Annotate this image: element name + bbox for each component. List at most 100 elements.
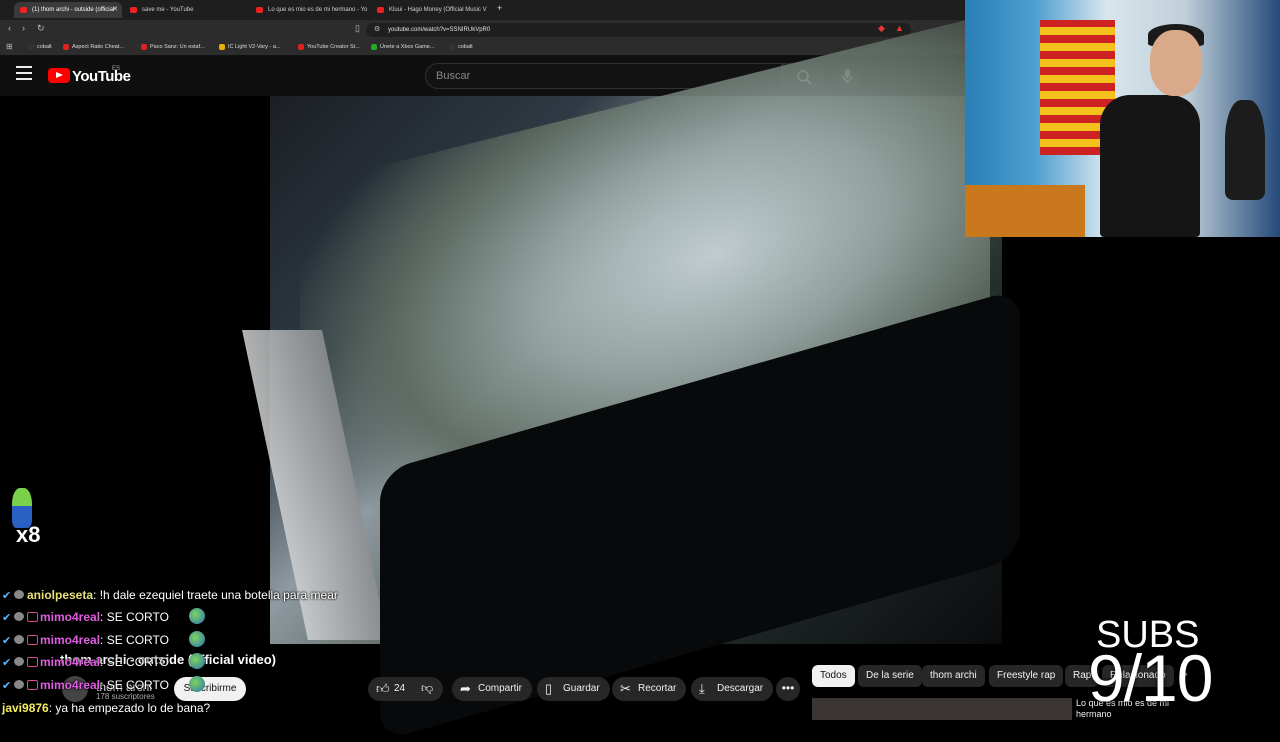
recommended-thumbnail[interactable] bbox=[812, 698, 1072, 720]
chat-text: SE CORTO bbox=[106, 633, 169, 647]
bookmark-icon[interactable]: ▯ bbox=[355, 23, 360, 34]
subscriber-badge-icon bbox=[27, 657, 38, 667]
chat-message: ✔ mimo4real: SE CORTO bbox=[2, 652, 205, 672]
download-label: Descargar bbox=[717, 683, 764, 694]
bookmark-item[interactable]: IC Light V2-Vary - a... bbox=[219, 41, 280, 53]
bookmark-label: Paco Sanz: Un estaf... bbox=[150, 44, 205, 50]
more-options-button[interactable]: ••• bbox=[776, 677, 800, 701]
bookmark-favicon-icon bbox=[298, 44, 304, 50]
tab-title: Lo que es mio es de mi hermano - Yo bbox=[268, 7, 368, 13]
bookmark-label: YouTube Creator St... bbox=[307, 44, 360, 50]
chat-username: mimo4real bbox=[40, 655, 101, 669]
bookmark-icon: ▯ bbox=[545, 681, 553, 696]
badge-icon bbox=[14, 635, 24, 644]
site-info-icon[interactable]: ⚙ bbox=[374, 23, 380, 37]
bookmark-favicon-icon bbox=[371, 44, 377, 50]
chat-text: SE CORTO bbox=[106, 655, 169, 669]
bookmark-label: cobalt bbox=[458, 44, 473, 50]
badge-icon bbox=[14, 657, 24, 666]
chat-message: ✔ mimo4real: SE CORTO bbox=[2, 675, 205, 695]
thumbs-down-icon: 👎︎ bbox=[421, 681, 434, 695]
chat-text: SE CORTO bbox=[106, 678, 169, 692]
apps-grid-icon[interactable]: ⊞ bbox=[6, 42, 13, 51]
country-code: ES bbox=[112, 66, 121, 72]
share-button[interactable]: ➦ Compartir bbox=[452, 677, 532, 701]
address-bar[interactable]: ⚙ youtube.com/watch?v=SSNIRUkVpR0 bbox=[366, 23, 911, 37]
filter-chip[interactable]: Todos bbox=[812, 665, 855, 687]
tab-title: Kluui - Hago Money (Official Music V bbox=[389, 7, 487, 13]
bookmark-label: IC Light V2-Vary - a... bbox=[228, 44, 281, 50]
like-button[interactable]: 👍︎ 24 bbox=[368, 677, 418, 701]
dislike-button[interactable]: 👎︎ bbox=[413, 677, 443, 701]
chat-username: javi9876 bbox=[2, 701, 49, 715]
bookmark-favicon-icon bbox=[449, 44, 455, 50]
chat-username: mimo4real bbox=[40, 678, 101, 692]
save-label: Guardar bbox=[563, 683, 600, 694]
bookmark-item[interactable]: YouTube Creator St... bbox=[298, 41, 360, 53]
like-count: 24 bbox=[394, 683, 406, 694]
badge-icon bbox=[14, 612, 24, 621]
youtube-favicon-icon bbox=[20, 7, 27, 13]
subscriber-badge-icon bbox=[27, 612, 38, 622]
chat-message: ✔ aniolpeseta: !h dale ezequiel traete un… bbox=[2, 585, 338, 605]
webcam-gaming-chair bbox=[1100, 95, 1200, 237]
chat-separator: : bbox=[100, 633, 107, 647]
thumbs-up-icon: 👍︎ bbox=[376, 681, 390, 696]
bookmark-favicon-icon bbox=[63, 44, 69, 50]
forward-arrow-icon[interactable]: › bbox=[22, 23, 25, 33]
chat-text: ya ha empezado lo de bana? bbox=[55, 701, 211, 715]
tab-title: (1) thom archi - outside (official bbox=[32, 7, 115, 13]
bookmark-item[interactable]: Únete a Xbox Game... bbox=[371, 41, 434, 53]
chat-message: ✔ mimo4real: SE CORTO bbox=[2, 630, 205, 650]
verified-badge-icon: ✔ bbox=[2, 590, 12, 602]
share-arrow-icon: ➦ bbox=[460, 681, 471, 696]
bookmark-item[interactable]: Paco Sanz: Un estaf... bbox=[141, 41, 205, 53]
download-button[interactable]: ⤓ Descargar bbox=[691, 677, 774, 701]
close-tab-icon[interactable]: ✕ bbox=[112, 2, 118, 18]
chat-username: mimo4real bbox=[40, 610, 101, 624]
subscriber-badge-icon bbox=[27, 680, 38, 690]
bookmark-favicon-icon bbox=[219, 44, 225, 50]
share-label: Compartir bbox=[478, 683, 522, 694]
youtube-favicon-icon bbox=[377, 7, 384, 13]
bookmark-item[interactable]: cobalt bbox=[28, 41, 52, 53]
subscriber-badge-icon bbox=[27, 635, 38, 645]
save-button[interactable]: ▯ Guardar bbox=[537, 677, 610, 701]
bookmark-favicon-icon bbox=[141, 44, 147, 50]
youtube-wordmark[interactable]: YouTube bbox=[72, 68, 131, 85]
filter-chip[interactable]: Freestyle rap bbox=[989, 665, 1064, 687]
browser-tab[interactable]: save me - YouTube bbox=[124, 2, 248, 18]
browser-tab[interactable]: Kluui - Hago Money (Official Music V bbox=[371, 2, 491, 18]
browser-tab[interactable]: (1) thom archi - outside (official ✕ bbox=[14, 2, 122, 18]
chat-separator: : bbox=[100, 655, 107, 669]
brave-shield-icon[interactable]: ◆ bbox=[878, 23, 885, 34]
earth-emote-icon bbox=[188, 631, 205, 647]
chat-text: !h dale ezequiel traete una botella para… bbox=[99, 588, 338, 602]
menu-icon[interactable] bbox=[16, 66, 32, 80]
chat-text: SE CORTO bbox=[106, 610, 169, 624]
subs-goal-value: 9/10 bbox=[1088, 641, 1213, 715]
verified-badge-icon: ✔ bbox=[2, 680, 12, 692]
webcam-streamer-face bbox=[1150, 30, 1202, 96]
bookmark-label: Aspect Ratio Cheat... bbox=[72, 44, 124, 50]
clip-button[interactable]: ✂ Recortar bbox=[612, 677, 687, 701]
verified-badge-icon: ✔ bbox=[2, 657, 12, 669]
earth-emote-icon bbox=[188, 676, 205, 692]
reload-icon[interactable]: ↻ bbox=[37, 23, 45, 34]
bookmark-favicon-icon bbox=[28, 44, 34, 50]
chat-username: aniolpeseta bbox=[27, 588, 94, 602]
chat-message: javi9876: ya ha empezado lo de bana? bbox=[2, 698, 210, 718]
clip-label: Recortar bbox=[638, 683, 677, 694]
bookmark-item[interactable]: cobalt bbox=[449, 41, 473, 53]
bookmark-item[interactable]: Aspect Ratio Cheat... bbox=[63, 41, 124, 53]
chat-separator: : bbox=[100, 678, 107, 692]
browser-tab[interactable]: Lo que es mio es de mi hermano - Yo bbox=[250, 2, 370, 18]
filter-chip[interactable]: De la serie bbox=[858, 665, 922, 687]
youtube-logo-icon[interactable] bbox=[48, 68, 70, 83]
back-arrow-icon[interactable]: ‹ bbox=[8, 23, 11, 33]
new-tab-button[interactable]: + bbox=[497, 3, 502, 13]
tab-title: save me - YouTube bbox=[142, 7, 194, 13]
emote-count: x8 bbox=[16, 522, 41, 547]
filter-chip[interactable]: thom archi bbox=[922, 665, 985, 687]
brave-rewards-icon[interactable]: ▲ bbox=[895, 23, 904, 33]
